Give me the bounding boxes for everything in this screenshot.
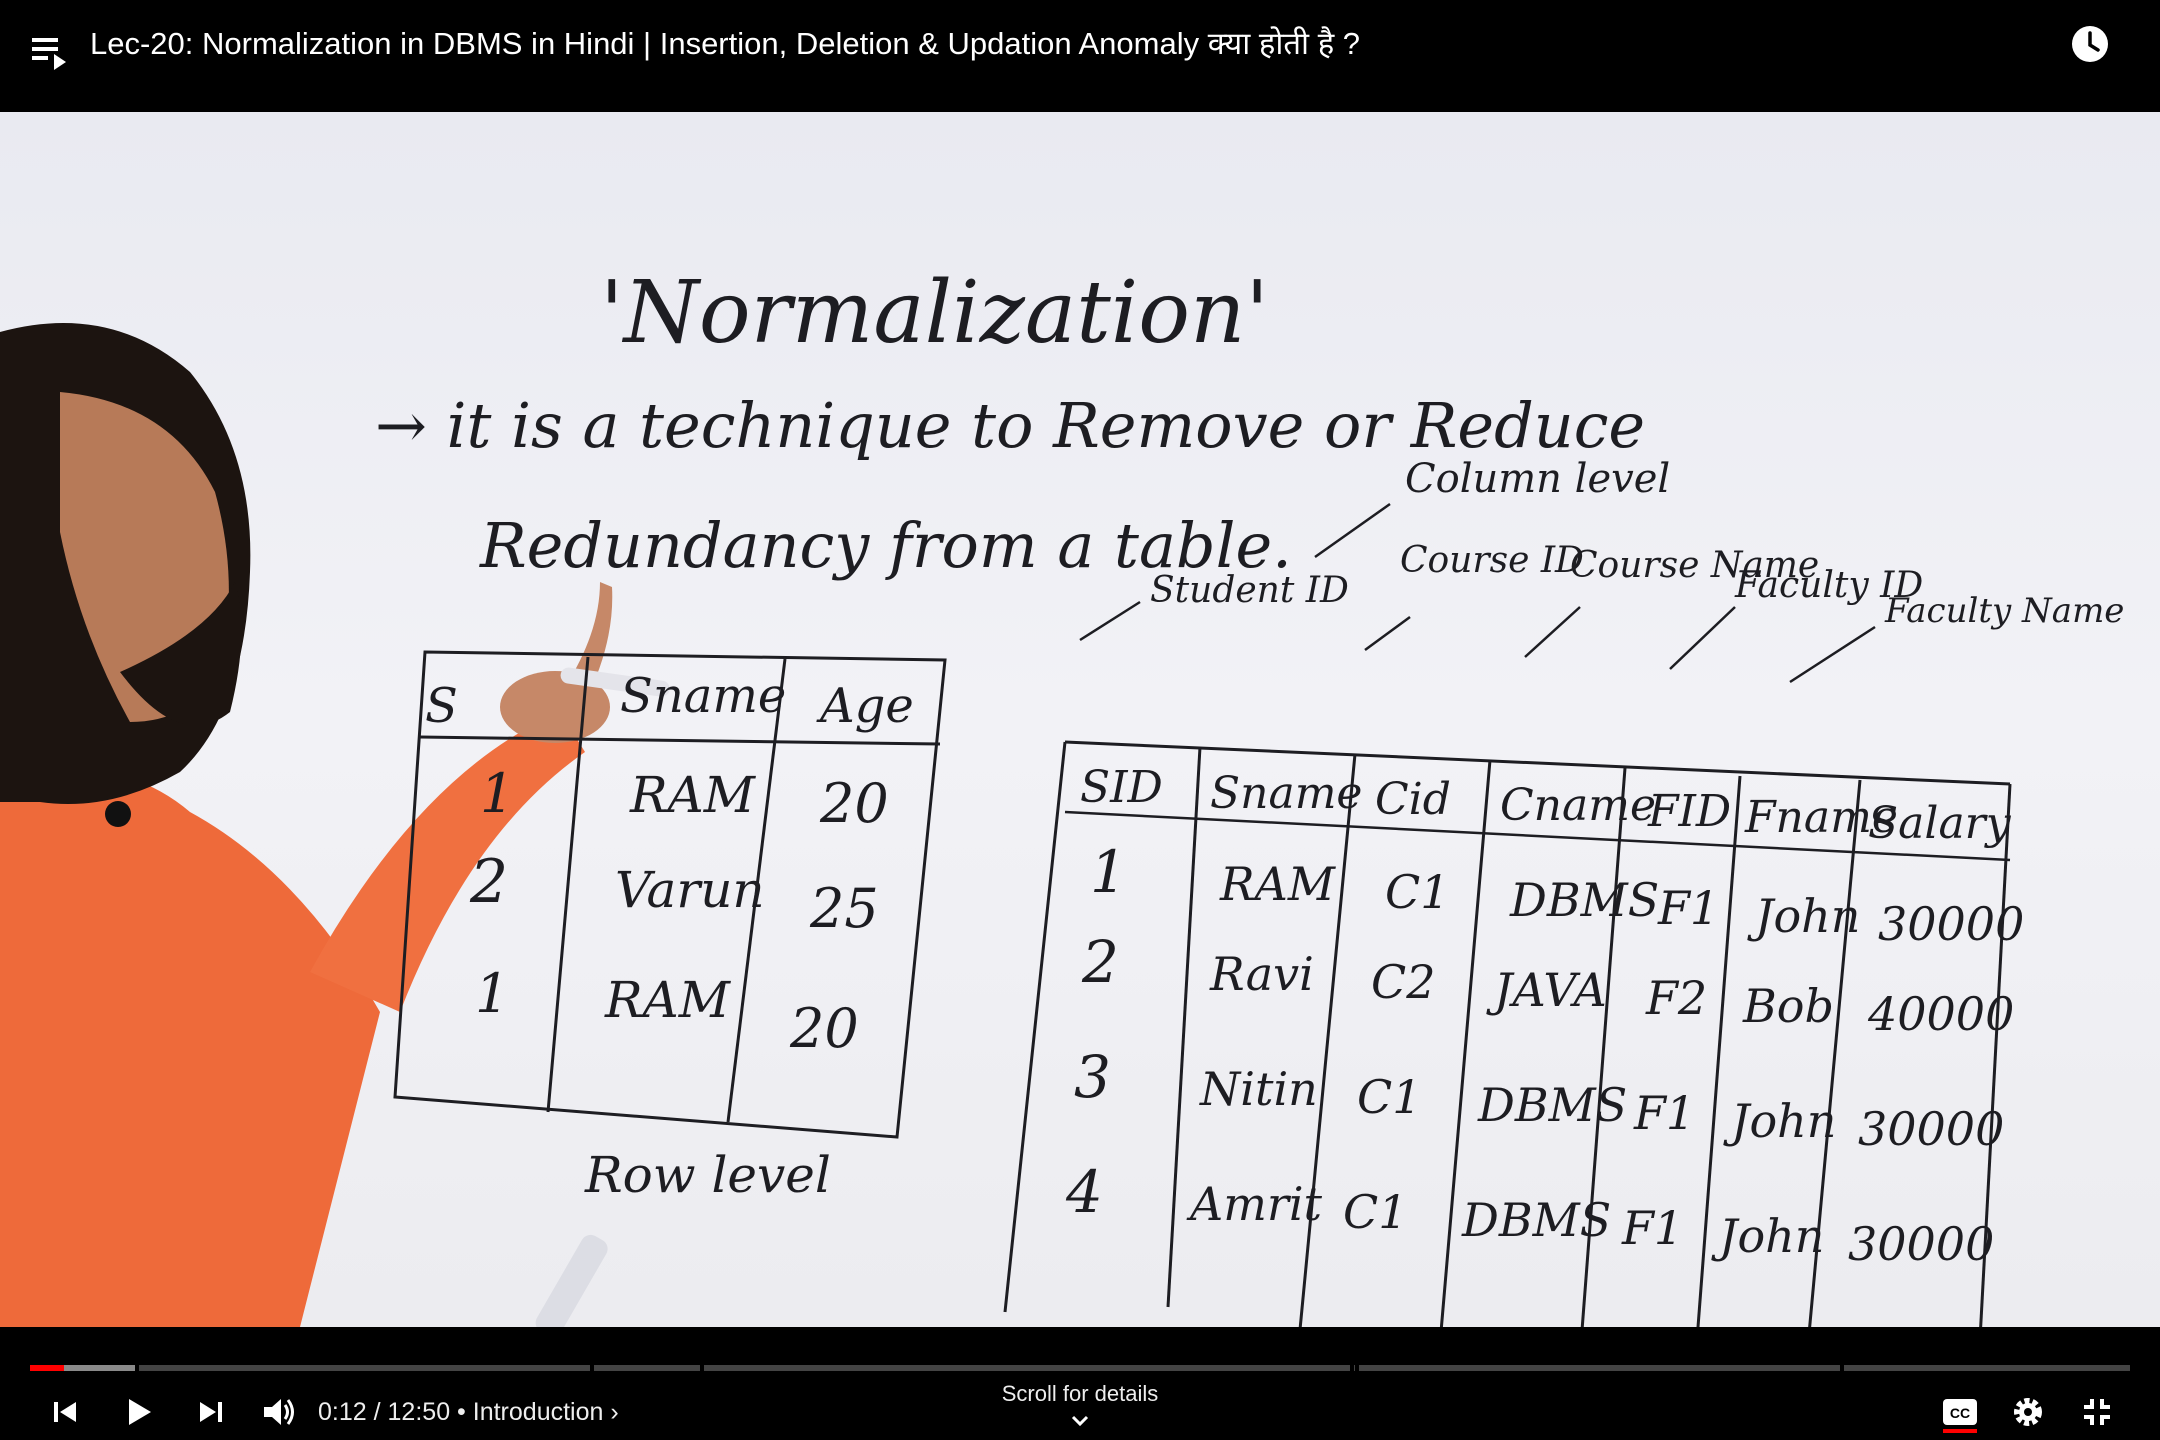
right-header-cname: Cname <box>1500 780 1656 831</box>
played-bar <box>30 1365 64 1371</box>
right-header-sname: Sname <box>1210 768 1362 819</box>
right-cell: 1 <box>1090 838 1127 906</box>
time-display: 0:12 / 12:50 • Introduction › <box>318 1395 619 1429</box>
next-icon[interactable] <box>186 1387 236 1437</box>
right-cell: 4 <box>1065 1158 1103 1226</box>
right-cell: John <box>1723 1094 1836 1148</box>
right-table-text: SID Sname Cid CnameFID FnameSalary1 RAM C1 DBMS… <box>1065 762 2024 1271</box>
right-cell: C1 <box>1357 1070 1421 1124</box>
dot-separator: • <box>457 1398 466 1426</box>
right-cell: DBMS <box>1477 1078 1627 1132</box>
right-cell: 30000 <box>1848 1217 1994 1271</box>
chapter-link[interactable]: Introduction › <box>473 1398 619 1426</box>
playlist-icon[interactable] <box>30 30 74 74</box>
player-controls: 0:12 / 12:50 • Introduction › Scroll for… <box>0 1327 2160 1440</box>
chapter-marker <box>1355 1365 1359 1371</box>
play-icon[interactable] <box>114 1387 164 1437</box>
right-cell: 2 <box>1081 928 1119 996</box>
right-header-fid: FID <box>1647 786 1731 837</box>
right-cell: F1 <box>1621 1201 1683 1255</box>
video-title: Lec-20: Normalization in DBMS in Hindi |… <box>90 26 1361 61</box>
right-cell: John <box>1711 1209 1824 1263</box>
chapter-title: Introduction <box>472 1398 604 1426</box>
right-cell: Amrit <box>1186 1177 1323 1231</box>
chevron-right-icon: › <box>610 1398 619 1426</box>
chapter-marker <box>590 1365 594 1371</box>
right-cell: DBMS <box>1509 873 1659 927</box>
time-current: 0:12 <box>318 1398 367 1426</box>
right-cell: Bob <box>1742 979 1834 1033</box>
right-cell: RAM <box>1219 857 1337 911</box>
time-total: 12:50 <box>387 1398 451 1426</box>
chapter-marker <box>135 1365 139 1371</box>
exit-fullscreen-icon[interactable] <box>2072 1387 2122 1437</box>
right-cell: 30000 <box>1878 897 2024 951</box>
time-separator: / <box>373 1398 381 1426</box>
right-cell: Nitin <box>1199 1062 1318 1116</box>
chevron-down-icon[interactable] <box>1067 1411 1093 1431</box>
clock-icon[interactable] <box>2070 24 2110 64</box>
right-cell: JAVA <box>1486 963 1607 1017</box>
chapter-marker <box>700 1365 704 1371</box>
chapter-marker <box>1350 1365 1354 1371</box>
right-cell: C1 <box>1385 865 1449 919</box>
right-cell: John <box>1747 889 1860 943</box>
right-cell: F1 <box>1657 881 1719 935</box>
right-cell: 3 <box>1074 1043 1111 1111</box>
right-cell: Ravi <box>1209 947 1314 1001</box>
scroll-hint[interactable]: Scroll for details <box>980 1381 1180 1407</box>
top-bar: Lec-20: Normalization in DBMS in Hindi |… <box>0 0 2160 112</box>
right-header-cid: Cid <box>1375 774 1451 825</box>
right-header-salary: Salary <box>1868 798 2012 849</box>
progress-bar[interactable] <box>30 1365 2130 1371</box>
right-cell: C1 <box>1343 1185 1407 1239</box>
previous-icon[interactable] <box>40 1387 90 1437</box>
volume-icon[interactable] <box>254 1387 304 1437</box>
right-cell: 40000 <box>1867 987 2014 1041</box>
right-cell: C2 <box>1371 955 1435 1009</box>
video-frame[interactable]: 'Normalization' → it is a technique to R… <box>0 112 2160 1327</box>
settings-icon[interactable] <box>2003 1387 2053 1437</box>
right-cell: F2 <box>1645 971 1707 1025</box>
right-cell: 30000 <box>1858 1102 2004 1156</box>
captions-icon[interactable]: CC <box>1935 1387 1985 1437</box>
right-cell: DBMS <box>1461 1193 1611 1247</box>
right-cell: F1 <box>1633 1086 1695 1140</box>
svg-text:CC: CC <box>1950 1405 1970 1421</box>
chapter-marker <box>1840 1365 1844 1371</box>
right-header-sid: SID <box>1080 762 1163 813</box>
